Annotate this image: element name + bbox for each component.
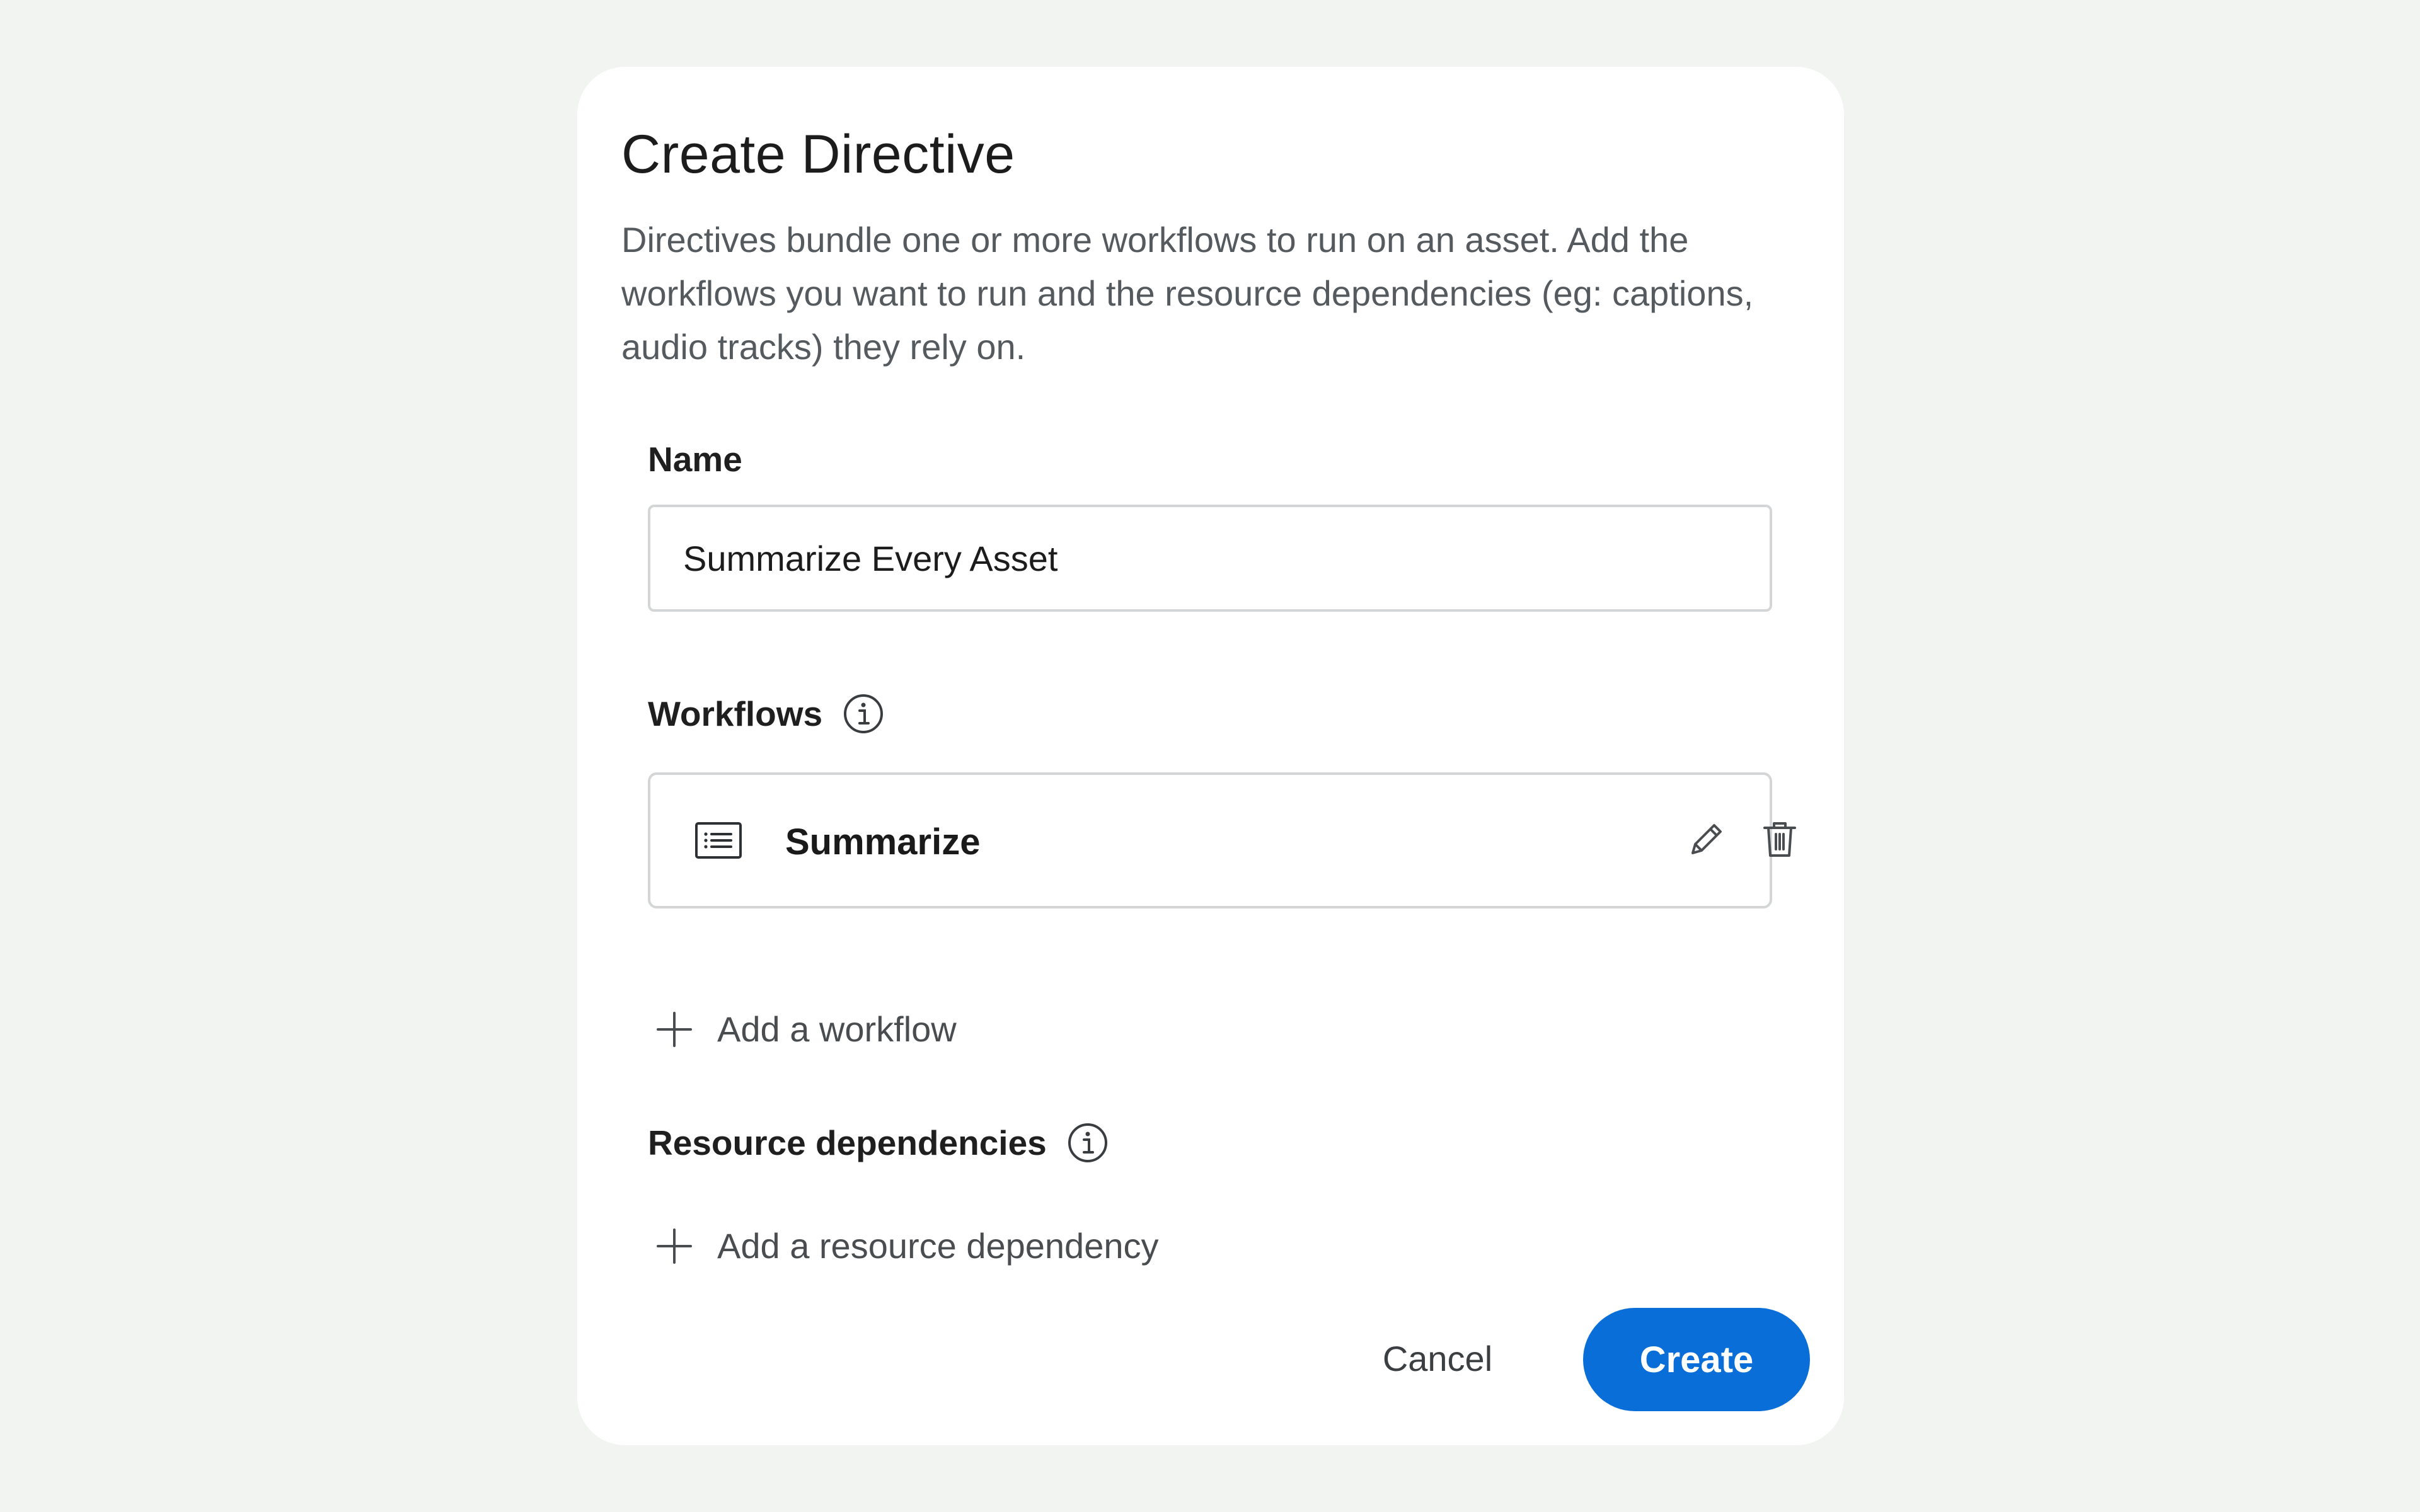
resource-dependencies-label-text: Resource dependencies (648, 1123, 1047, 1162)
dialog-description: Directives bundle one or more workflows … (621, 220, 1754, 367)
cancel-button[interactable]: Cancel (1359, 1320, 1516, 1396)
name-label-text: Name (648, 440, 742, 479)
add-resource-dependency-button[interactable]: Add a resource dependency (657, 1225, 1159, 1267)
create-directive-dialog: Create Directive Directives bundle one o… (577, 67, 1844, 1445)
add-resource-dependency-label: Add a resource dependency (717, 1226, 1159, 1266)
dialog-title: Create Directive (621, 124, 1015, 185)
name-label: Name (648, 438, 742, 480)
workflow-name: Summarize (785, 822, 981, 862)
resource-dependencies-info-icon[interactable] (1067, 1122, 1109, 1164)
delete-workflow-button[interactable] (1757, 816, 1802, 862)
trash-icon (1763, 822, 1796, 857)
workflows-info-icon[interactable] (843, 693, 884, 735)
list-icon (695, 822, 742, 859)
plus-icon (657, 1228, 692, 1264)
edit-workflow-button[interactable] (1684, 816, 1729, 862)
workflows-label: Workflows (648, 693, 884, 735)
add-workflow-label: Add a workflow (717, 1009, 957, 1049)
add-workflow-button[interactable]: Add a workflow (657, 1008, 957, 1050)
resource-dependencies-label: Resource dependencies (648, 1122, 1109, 1164)
pencil-icon (1691, 824, 1722, 854)
workflow-item[interactable]: Summarize (648, 772, 1796, 908)
plus-icon (657, 1011, 692, 1047)
workflows-label-text: Workflows (648, 694, 823, 733)
create-button[interactable]: Create (1583, 1308, 1810, 1411)
name-input[interactable] (648, 505, 1772, 612)
